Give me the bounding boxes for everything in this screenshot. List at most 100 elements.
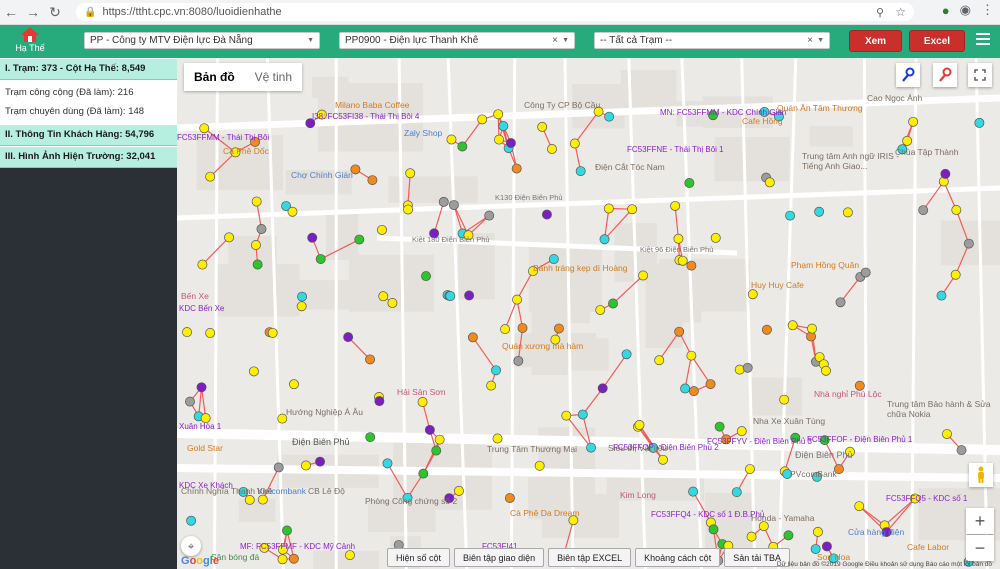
my-location-button[interactable]: ⌖ [181,536,201,556]
pole-marker[interactable] [807,323,818,334]
pole-marker[interactable] [708,524,719,535]
clear-icon[interactable]: × [552,35,558,46]
pole-marker[interactable] [577,409,588,420]
pole-marker[interactable] [686,350,697,361]
pole-marker[interactable] [688,486,699,497]
pole-marker[interactable] [908,116,919,127]
pole-marker[interactable] [860,267,871,278]
pole-marker[interactable] [736,426,747,437]
pole-marker[interactable] [288,553,299,564]
view-button[interactable]: Xem [849,30,902,52]
pole-marker[interactable] [764,177,775,188]
pole-marker[interactable] [205,327,216,338]
pole-marker[interactable] [454,485,464,496]
pole-marker[interactable] [297,291,308,302]
pole-marker[interactable] [942,429,952,439]
pole-marker[interactable] [537,121,548,132]
pole-marker[interactable] [287,206,298,217]
tab-map[interactable]: Bản đồ [184,63,245,91]
pole-marker[interactable] [354,234,365,245]
pole-marker[interactable] [421,271,431,282]
pole-distance-button[interactable]: Khoảng cách cột [635,548,721,567]
pole-marker[interactable] [918,205,929,216]
pole-marker[interactable] [597,383,608,394]
pole-marker[interactable] [575,166,586,177]
home-button[interactable]: Hạ Thế [10,25,50,58]
pole-marker[interactable] [500,324,511,335]
pole-marker[interactable] [731,487,742,498]
pole-marker[interactable] [586,442,596,453]
sidebar-item-private-stations[interactable]: Trạm chuyên dùng (Đã làm): 148 [5,102,172,121]
pole-marker[interactable] [464,290,475,301]
pole-marker[interactable] [344,550,355,561]
pole-marker[interactable] [951,205,962,215]
pole-marker[interactable] [787,320,798,331]
pole-marker[interactable] [365,432,376,443]
zoom-out-button[interactable]: − [966,535,994,561]
pole-marker[interactable] [940,168,951,179]
pole-marker[interactable] [251,196,262,207]
pole-marker[interactable] [963,238,974,249]
pole-marker[interactable] [956,445,967,456]
pole-marker[interactable] [277,554,288,565]
pole-marker[interactable] [561,410,572,421]
pole-marker[interactable] [684,178,695,188]
pole-marker[interactable] [446,134,457,145]
pole-marker[interactable] [374,396,385,407]
pole-marker[interactable] [484,210,495,221]
pole-marker[interactable] [457,141,468,152]
pole-marker[interactable] [418,468,429,479]
pole-marker[interactable] [307,232,318,243]
pole-marker[interactable] [603,203,614,214]
pole-marker[interactable] [505,138,516,148]
pole-marker[interactable] [378,291,389,302]
zoom-in-button[interactable]: + [966,508,994,534]
pole-marker[interactable] [785,210,796,221]
pole-marker[interactable] [761,324,772,335]
pole-marker[interactable] [494,134,504,145]
pole-marker[interactable] [367,175,378,186]
pole-marker[interactable] [513,355,524,366]
excel-button[interactable]: Excel [909,30,965,52]
pole-marker[interactable] [182,327,192,338]
pole-marker[interactable] [315,254,326,265]
reload-icon[interactable]: ↻ [44,1,66,23]
pole-marker[interactable] [742,362,753,373]
address-bar[interactable]: 🔒 https://ttht.cpc.vn:8080/luoidienhathe… [76,3,914,21]
sidebar-item-public-stations[interactable]: Trạm công cộng (Đã làm): 216 [5,83,172,102]
pole-marker[interactable] [343,332,354,343]
pole-marker[interactable] [377,224,387,235]
extension-icon[interactable]: ● [942,3,950,18]
pole-marker[interactable] [197,259,208,270]
company-select[interactable]: PP - Công ty MTV Điện lực Đà Nẵng ▼ [84,32,320,49]
pole-marker[interactable] [705,379,716,390]
pole-marker[interactable] [812,526,823,537]
pole-marker[interactable] [677,255,688,266]
pole-marker[interactable] [634,420,645,430]
pole-marker[interactable] [783,530,794,541]
pole-marker[interactable] [746,531,757,542]
pole-marker[interactable] [673,233,684,244]
pole-marker[interactable] [854,501,865,512]
pole-marker[interactable] [745,464,755,475]
pole-marker[interactable] [248,366,259,377]
pole-marker[interactable] [504,493,515,503]
pole-marker[interactable] [267,327,278,338]
pole-marker[interactable] [950,269,961,280]
pole-marker[interactable] [710,232,721,243]
pole-marker[interactable] [486,380,497,391]
pole-marker[interactable] [315,456,326,467]
back-icon[interactable]: ← [0,1,22,23]
pole-marker[interactable] [608,298,618,309]
hamburger-menu-icon[interactable] [976,33,990,47]
pole-marker[interactable] [382,458,393,469]
pole-marker[interactable] [734,364,745,375]
pole-marker[interactable] [448,200,459,210]
pole-marker[interactable] [512,294,522,305]
menu-dots-icon[interactable]: ⋮ [981,2,994,18]
pole-marker[interactable] [257,494,268,505]
pole-marker[interactable] [654,355,665,366]
pole-marker[interactable] [747,289,758,300]
profile-icon[interactable]: ◉ [960,2,971,18]
pole-marker[interactable] [670,200,681,211]
